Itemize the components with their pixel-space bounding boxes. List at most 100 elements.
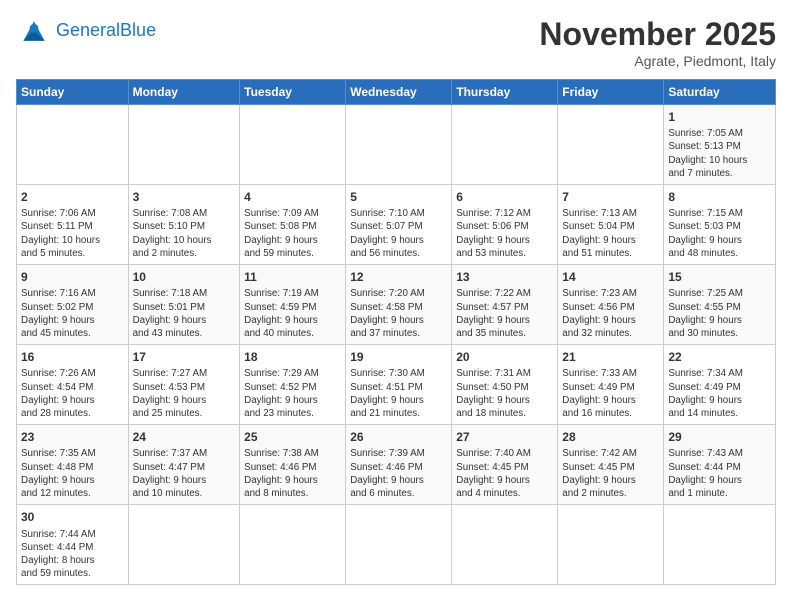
cell-info: Sunrise: 7:19 AM Sunset: 4:59 PM Dayligh… (244, 287, 341, 340)
day-header-tuesday: Tuesday (240, 80, 346, 105)
day-number: 30 (21, 509, 124, 525)
cell-info: Sunrise: 7:33 AM Sunset: 4:49 PM Dayligh… (562, 367, 659, 420)
calendar-week-row: 30 Sunrise: 7:44 AM Sunset: 4:44 PM Dayli… (17, 505, 776, 585)
calendar-table: SundayMondayTuesdayWednesdayThursdayFrid… (16, 79, 776, 585)
day-number: 18 (244, 349, 341, 365)
day-header-wednesday: Wednesday (346, 80, 452, 105)
calendar-cell: 13Sunrise: 7:22 AM Sunset: 4:57 PM Dayli… (452, 265, 558, 345)
cell-info: Sunrise: 7:13 AM Sunset: 5:04 PM Dayligh… (562, 207, 659, 260)
calendar-cell (346, 505, 452, 585)
calendar-cell: 28Sunrise: 7:42 AM Sunset: 4:45 PM Dayli… (558, 425, 664, 505)
cell-info: Sunrise: 7:08 AM Sunset: 5:10 PM Dayligh… (133, 207, 236, 260)
cell-info: Sunrise: 7:29 AM Sunset: 4:52 PM Dayligh… (244, 367, 341, 420)
calendar-cell: 14 Sunrise: 7:23 AM Sunset: 4:56 PM Dayli… (558, 265, 664, 345)
cell-info: Sunrise: 7:40 AM Sunset: 4:45 PM Dayligh… (456, 447, 553, 500)
cell-info: Sunrise: 7:10 AM Sunset: 5:07 PM Dayligh… (350, 207, 447, 260)
day-number: 19 (350, 349, 447, 365)
calendar-cell: 29Sunrise: 7:43 AM Sunset: 4:44 PM Dayli… (664, 425, 776, 505)
calendar-cell: 19 Sunrise: 7:30 AM Sunset: 4:51 PM Dayli… (346, 345, 452, 425)
day-number: 8 (668, 189, 771, 205)
calendar-cell: 17 Sunrise: 7:27 AM Sunset: 4:53 PM Dayli… (128, 345, 240, 425)
cell-info: Sunrise: 7:15 AM Sunset: 5:03 PM Dayligh… (668, 207, 771, 260)
cell-info: Sunrise: 7:22 AM Sunset: 4:57 PM Dayligh… (456, 287, 553, 340)
calendar-cell: 10 Sunrise: 7:18 AM Sunset: 5:01 PM Dayli… (128, 265, 240, 345)
day-number: 15 (668, 269, 771, 285)
calendar-cell: 22Sunrise: 7:34 AM Sunset: 4:49 PM Dayli… (664, 345, 776, 425)
calendar-cell: 18 Sunrise: 7:29 AM Sunset: 4:52 PM Dayli… (240, 345, 346, 425)
calendar-cell (240, 105, 346, 185)
day-number: 21 (562, 349, 659, 365)
calendar-cell: 9Sunrise: 7:16 AM Sunset: 5:02 PM Daylig… (17, 265, 129, 345)
calendar-cell: 23 Sunrise: 7:35 AM Sunset: 4:48 PM Dayli… (17, 425, 129, 505)
calendar-week-row: 23 Sunrise: 7:35 AM Sunset: 4:48 PM Dayli… (17, 425, 776, 505)
calendar-cell: 1 Sunrise: 7:05 AM Sunset: 5:13 PM Daylig… (664, 105, 776, 185)
calendar-cell (346, 105, 452, 185)
cell-info: Sunrise: 7:26 AM Sunset: 4:54 PM Dayligh… (21, 367, 124, 420)
page-header: GeneralBlue November 2025 Agrate, Piedmo… (16, 16, 776, 69)
day-number: 1 (668, 109, 771, 125)
day-number: 9 (21, 269, 124, 285)
cell-info: Sunrise: 7:23 AM Sunset: 4:56 PM Dayligh… (562, 287, 659, 340)
calendar-cell: 26Sunrise: 7:39 AM Sunset: 4:46 PM Dayli… (346, 425, 452, 505)
calendar-week-row: 1 Sunrise: 7:05 AM Sunset: 5:13 PM Daylig… (17, 105, 776, 185)
calendar-cell (664, 505, 776, 585)
calendar-cell: 21 Sunrise: 7:33 AM Sunset: 4:49 PM Dayli… (558, 345, 664, 425)
calendar-cell: 2Sunrise: 7:06 AM Sunset: 5:11 PM Daylig… (17, 185, 129, 265)
calendar-cell: 27 Sunrise: 7:40 AM Sunset: 4:45 PM Dayli… (452, 425, 558, 505)
day-number: 28 (562, 429, 659, 445)
day-number: 20 (456, 349, 553, 365)
cell-info: Sunrise: 7:18 AM Sunset: 5:01 PM Dayligh… (133, 287, 236, 340)
logo-text: GeneralBlue (56, 21, 156, 41)
cell-info: Sunrise: 7:34 AM Sunset: 4:49 PM Dayligh… (668, 367, 771, 420)
cell-info: Sunrise: 7:09 AM Sunset: 5:08 PM Dayligh… (244, 207, 341, 260)
day-header-thursday: Thursday (452, 80, 558, 105)
cell-info: Sunrise: 7:31 AM Sunset: 4:50 PM Dayligh… (456, 367, 553, 420)
day-number: 16 (21, 349, 124, 365)
cell-info: Sunrise: 7:12 AM Sunset: 5:06 PM Dayligh… (456, 207, 553, 260)
day-number: 26 (350, 429, 447, 445)
calendar-cell (558, 505, 664, 585)
day-number: 23 (21, 429, 124, 445)
cell-info: Sunrise: 7:06 AM Sunset: 5:11 PM Dayligh… (21, 207, 124, 260)
calendar-cell: 20 Sunrise: 7:31 AM Sunset: 4:50 PM Dayli… (452, 345, 558, 425)
calendar-cell (558, 105, 664, 185)
cell-info: Sunrise: 7:05 AM Sunset: 5:13 PM Dayligh… (668, 127, 771, 180)
cell-info: Sunrise: 7:44 AM Sunset: 4:44 PM Dayligh… (21, 528, 124, 581)
calendar-cell (240, 505, 346, 585)
day-header-monday: Monday (128, 80, 240, 105)
calendar-cell: 3 Sunrise: 7:08 AM Sunset: 5:10 PM Daylig… (128, 185, 240, 265)
day-number: 11 (244, 269, 341, 285)
calendar-cell: 11 Sunrise: 7:19 AM Sunset: 4:59 PM Dayli… (240, 265, 346, 345)
day-number: 14 (562, 269, 659, 285)
calendar-cell: 30 Sunrise: 7:44 AM Sunset: 4:44 PM Dayli… (17, 505, 129, 585)
logo-icon (16, 16, 52, 46)
day-number: 3 (133, 189, 236, 205)
day-header-friday: Friday (558, 80, 664, 105)
calendar-cell (128, 505, 240, 585)
calendar-cell: 15Sunrise: 7:25 AM Sunset: 4:55 PM Dayli… (664, 265, 776, 345)
location-subtitle: Agrate, Piedmont, Italy (539, 53, 776, 69)
day-number: 6 (456, 189, 553, 205)
logo: GeneralBlue (16, 16, 156, 46)
calendar-cell: 7Sunrise: 7:13 AM Sunset: 5:04 PM Daylig… (558, 185, 664, 265)
calendar-cell (17, 105, 129, 185)
day-number: 25 (244, 429, 341, 445)
calendar-week-row: 9Sunrise: 7:16 AM Sunset: 5:02 PM Daylig… (17, 265, 776, 345)
day-number: 27 (456, 429, 553, 445)
calendar-cell: 6 Sunrise: 7:12 AM Sunset: 5:06 PM Daylig… (452, 185, 558, 265)
logo-general: General (56, 20, 120, 40)
calendar-cell: 24Sunrise: 7:37 AM Sunset: 4:47 PM Dayli… (128, 425, 240, 505)
month-title: November 2025 (539, 16, 776, 53)
day-number: 17 (133, 349, 236, 365)
calendar-cell: 16 Sunrise: 7:26 AM Sunset: 4:54 PM Dayli… (17, 345, 129, 425)
calendar-header-row: SundayMondayTuesdayWednesdayThursdayFrid… (17, 80, 776, 105)
cell-info: Sunrise: 7:35 AM Sunset: 4:48 PM Dayligh… (21, 447, 124, 500)
calendar-cell (452, 105, 558, 185)
calendar-week-row: 16 Sunrise: 7:26 AM Sunset: 4:54 PM Dayli… (17, 345, 776, 425)
day-number: 12 (350, 269, 447, 285)
cell-info: Sunrise: 7:30 AM Sunset: 4:51 PM Dayligh… (350, 367, 447, 420)
day-number: 4 (244, 189, 341, 205)
day-number: 10 (133, 269, 236, 285)
cell-info: Sunrise: 7:20 AM Sunset: 4:58 PM Dayligh… (350, 287, 447, 340)
cell-info: Sunrise: 7:27 AM Sunset: 4:53 PM Dayligh… (133, 367, 236, 420)
